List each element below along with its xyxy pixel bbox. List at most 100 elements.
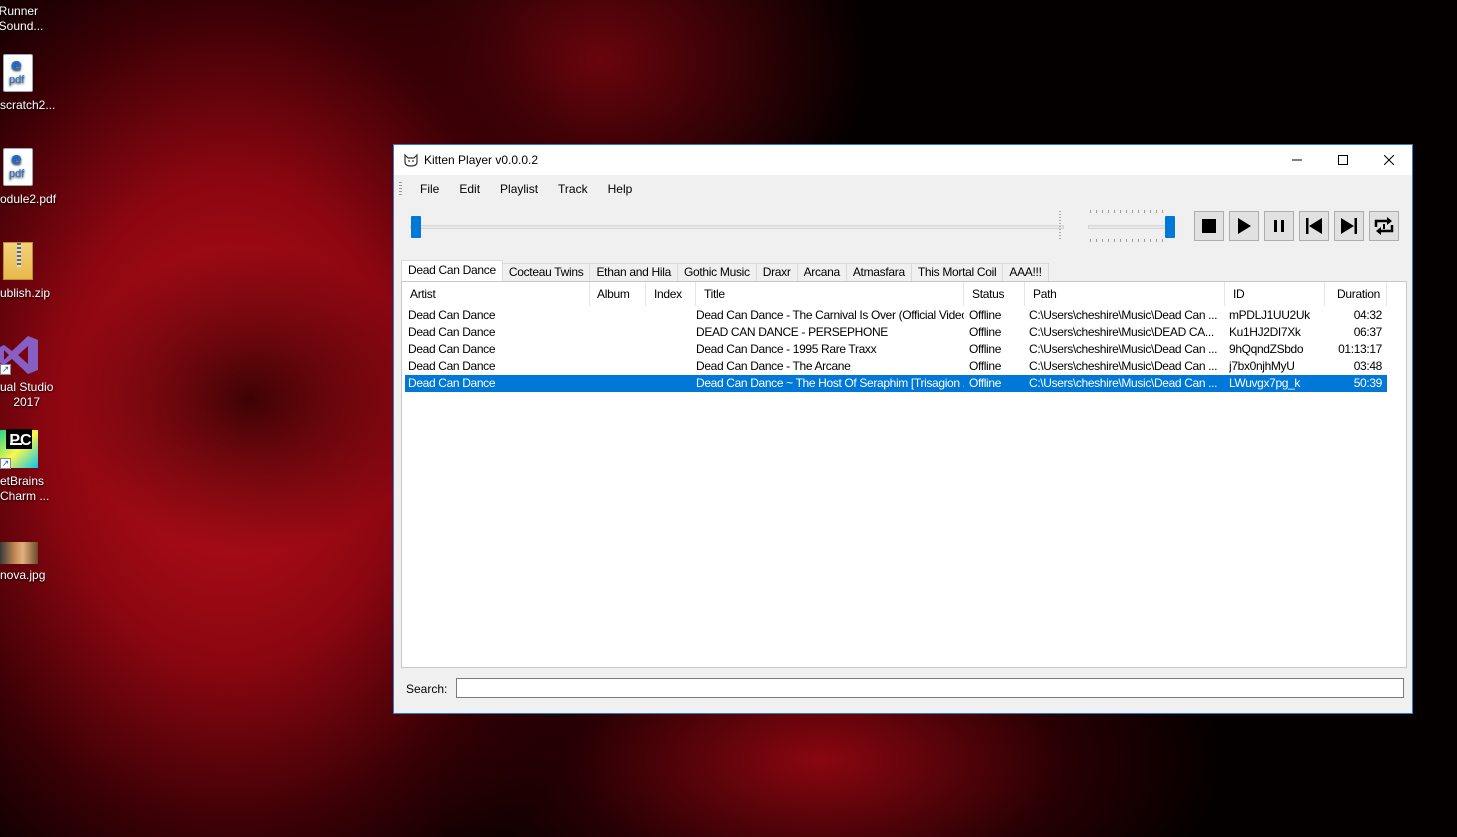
tab-gothic-music[interactable]: Gothic Music [676,263,757,281]
column-header-artist[interactable]: Artist [402,282,590,306]
cell-status: Offline [969,325,1002,339]
tab-draxr[interactable]: Draxr [755,263,798,281]
cell-artist: Dead Can Dance [408,376,496,390]
seek-slider-track[interactable] [410,225,1064,229]
cell-duration: 01:13:17 [1338,342,1382,356]
minimize-icon [1292,159,1302,161]
volume-slider-track[interactable] [1088,225,1172,229]
cell-album [594,341,646,358]
title-bar[interactable]: Kitten Player v0.0.0.2 [394,145,1412,175]
menu-track[interactable]: Track [548,182,598,196]
cell-id: Ku1HJ2DI7Xk [1229,325,1301,339]
tab-cocteau-twins[interactable]: Cocteau Twins [501,263,591,281]
cell-index [651,307,696,324]
cell-status: Offline [969,342,1002,356]
play-icon [1238,218,1251,234]
skip-back-icon [1306,218,1322,234]
shortcut-arrow-icon: ↗ [0,364,11,375]
transport-bar [394,203,1412,247]
column-header-path[interactable]: Path [1025,282,1225,306]
column-header-id[interactable]: ID [1225,282,1325,306]
next-track-button[interactable] [1334,211,1364,241]
cell-path: C:\Users\cheshire\Music\Dead Can ... [1029,376,1218,390]
menu-edit[interactable]: Edit [449,182,490,196]
search-input[interactable] [456,678,1404,698]
tab-arcana[interactable]: Arcana [796,263,847,281]
cell-status: Offline [969,376,1002,390]
previous-track-button[interactable] [1299,211,1329,241]
tab-dead-can-dance[interactable]: Dead Can Dance [401,260,503,281]
menu-grip[interactable] [399,182,402,196]
cell-index [651,324,696,341]
column-header-title[interactable]: Title [696,282,964,306]
cell-artist: Dead Can Dance [408,359,496,373]
cell-title: Dead Can Dance - The Arcane [696,359,851,373]
seek-slider-thumb[interactable] [411,216,421,238]
cell-id: 9hQqndZSbdo [1229,342,1304,356]
close-button[interactable] [1366,145,1412,175]
cell-index [651,358,696,375]
cell-id: j7bx0njhMyU [1229,359,1295,373]
minimize-button[interactable] [1274,145,1320,175]
play-button[interactable] [1229,211,1259,241]
cell-index [651,341,696,358]
cell-path: C:\Users\cheshire\Music\DEAD CA... [1029,325,1214,339]
menu-playlist[interactable]: Playlist [490,182,548,196]
tab-ethan-and-hila[interactable]: Ethan and Hila [589,263,678,281]
table-row[interactable]: Dead Can Dance DEAD CAN DANCE - PERSEPHON… [405,324,1387,341]
cell-artist: Dead Can Dance [408,325,496,339]
playlist-tabs: Dead Can Dance Cocteau Twins Ethan and H… [401,260,1049,281]
repeat-icon [1374,217,1394,235]
column-header-duration[interactable]: Duration [1325,282,1387,306]
track-list: Artist Album Index Title Status Path ID … [401,281,1407,668]
pause-button[interactable] [1264,211,1294,241]
cell-title: Dead Can Dance - 1995 Rare Traxx [696,342,877,356]
volume-ticks-top [1090,210,1168,213]
pdf-file-icon: e pdf [3,54,33,92]
stop-button[interactable] [1194,211,1224,241]
cell-duration: 06:37 [1353,325,1382,339]
table-row[interactable]: Dead Can Dance Dead Can Dance - The Arcan… [405,358,1387,375]
cell-title: Dead Can Dance ~ The Host Of Seraphim [T… [696,376,964,390]
cell-id: LWuvgx7pg_k [1229,376,1301,390]
table-row[interactable]: Dead Can Dance Dead Can Dance ~ The Host … [405,375,1387,392]
maximize-icon [1338,155,1348,165]
maximize-button[interactable] [1320,145,1366,175]
tab-aaa[interactable]: AAA!!! [1002,263,1049,281]
volume-ticks-bottom [1090,239,1168,242]
desktop-icon-label: etBrains Charm ... [0,474,50,503]
menu-file[interactable]: File [410,182,449,196]
window-title: Kitten Player v0.0.0.2 [424,153,539,167]
desktop-icon-soundtrack[interactable]: de Runner 49 Sound... [0,4,72,34]
desktop-icon-label: de Runner 49 Sound... [0,4,44,33]
cell-duration: 50:39 [1353,376,1382,390]
desktop-icon-label: ublish.zip [0,286,51,300]
volume-slider-thumb[interactable] [1165,216,1175,238]
cell-album [594,307,646,324]
desktop-icon-label: odule2.pdf [0,192,57,206]
close-icon [1384,155,1394,165]
menu-bar: File Edit Playlist Track Help [394,175,1412,203]
seek-slider-ticks [1059,211,1061,241]
column-header-index[interactable]: Index [646,282,696,306]
tab-this-mortal-coil[interactable]: This Mortal Coil [910,263,1004,281]
cell-artist: Dead Can Dance [408,342,496,356]
zip-folder-icon [3,242,33,280]
stop-icon [1202,219,1216,233]
cell-title: DEAD CAN DANCE - PERSEPHONE [696,325,888,339]
menu-help[interactable]: Help [598,182,643,196]
track-list-header: Artist Album Index Title Status Path ID … [402,282,1406,306]
column-header-album[interactable]: Album [589,282,646,306]
tab-atmasfara[interactable]: Atmasfara [845,263,912,281]
column-header-status[interactable]: Status [964,282,1025,306]
table-row[interactable]: Dead Can Dance Dead Can Dance - The Carni… [405,307,1387,324]
cat-app-icon [403,152,419,168]
cell-path: C:\Users\cheshire\Music\Dead Can ... [1029,308,1218,322]
repeat-button[interactable] [1369,211,1399,241]
cell-album [594,358,646,375]
pause-icon [1274,220,1284,232]
cell-path: C:\Users\cheshire\Music\Dead Can ... [1029,342,1218,356]
image-thumbnail-icon [0,542,38,564]
table-row[interactable]: Dead Can Dance Dead Can Dance - 1995 Rare… [405,341,1387,358]
cell-id: mPDLJ1UU2Uk [1229,308,1310,322]
